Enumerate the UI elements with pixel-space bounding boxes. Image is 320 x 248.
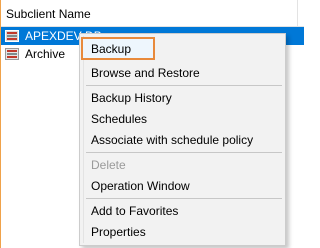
menu-item-backup[interactable]: Backup — [81, 37, 155, 60]
context-menu: Backup Browse and Restore Backup History… — [79, 33, 286, 246]
row-label: Archive — [25, 47, 66, 61]
menu-item-operation-window[interactable]: Operation Window — [82, 175, 283, 196]
menu-item-label: Associate with schedule policy — [91, 133, 254, 147]
menu-item-label: Properties — [91, 225, 146, 239]
menu-item-schedules[interactable]: Schedules — [82, 108, 283, 129]
menu-item-browse-and-restore[interactable]: Browse and Restore — [82, 62, 283, 83]
menu-item-delete: Delete — [82, 154, 283, 175]
database-icon — [5, 48, 19, 60]
menu-item-backup-history[interactable]: Backup History — [82, 87, 283, 108]
menu-item-label: Delete — [91, 158, 126, 172]
column-header-subclient-name[interactable]: Subclient Name — [1, 0, 304, 27]
column-divider[interactable] — [297, 0, 298, 26]
database-icon — [5, 30, 19, 42]
menu-item-label: Schedules — [91, 112, 148, 126]
menu-item-properties[interactable]: Properties — [82, 221, 283, 242]
menu-separator — [86, 85, 282, 86]
menu-item-add-to-favorites[interactable]: Add to Favorites — [82, 200, 283, 221]
column-header-label: Subclient Name — [6, 7, 91, 21]
menu-separator — [86, 152, 282, 153]
menu-item-label: Add to Favorites — [91, 204, 179, 218]
menu-item-label: Operation Window — [91, 179, 190, 193]
menu-item-label: Browse and Restore — [91, 66, 200, 80]
menu-item-associate-schedule-policy[interactable]: Associate with schedule policy — [82, 129, 283, 150]
menu-item-label: Backup History — [91, 91, 172, 105]
menu-item-label: Backup — [91, 42, 132, 56]
menu-separator — [86, 198, 282, 199]
